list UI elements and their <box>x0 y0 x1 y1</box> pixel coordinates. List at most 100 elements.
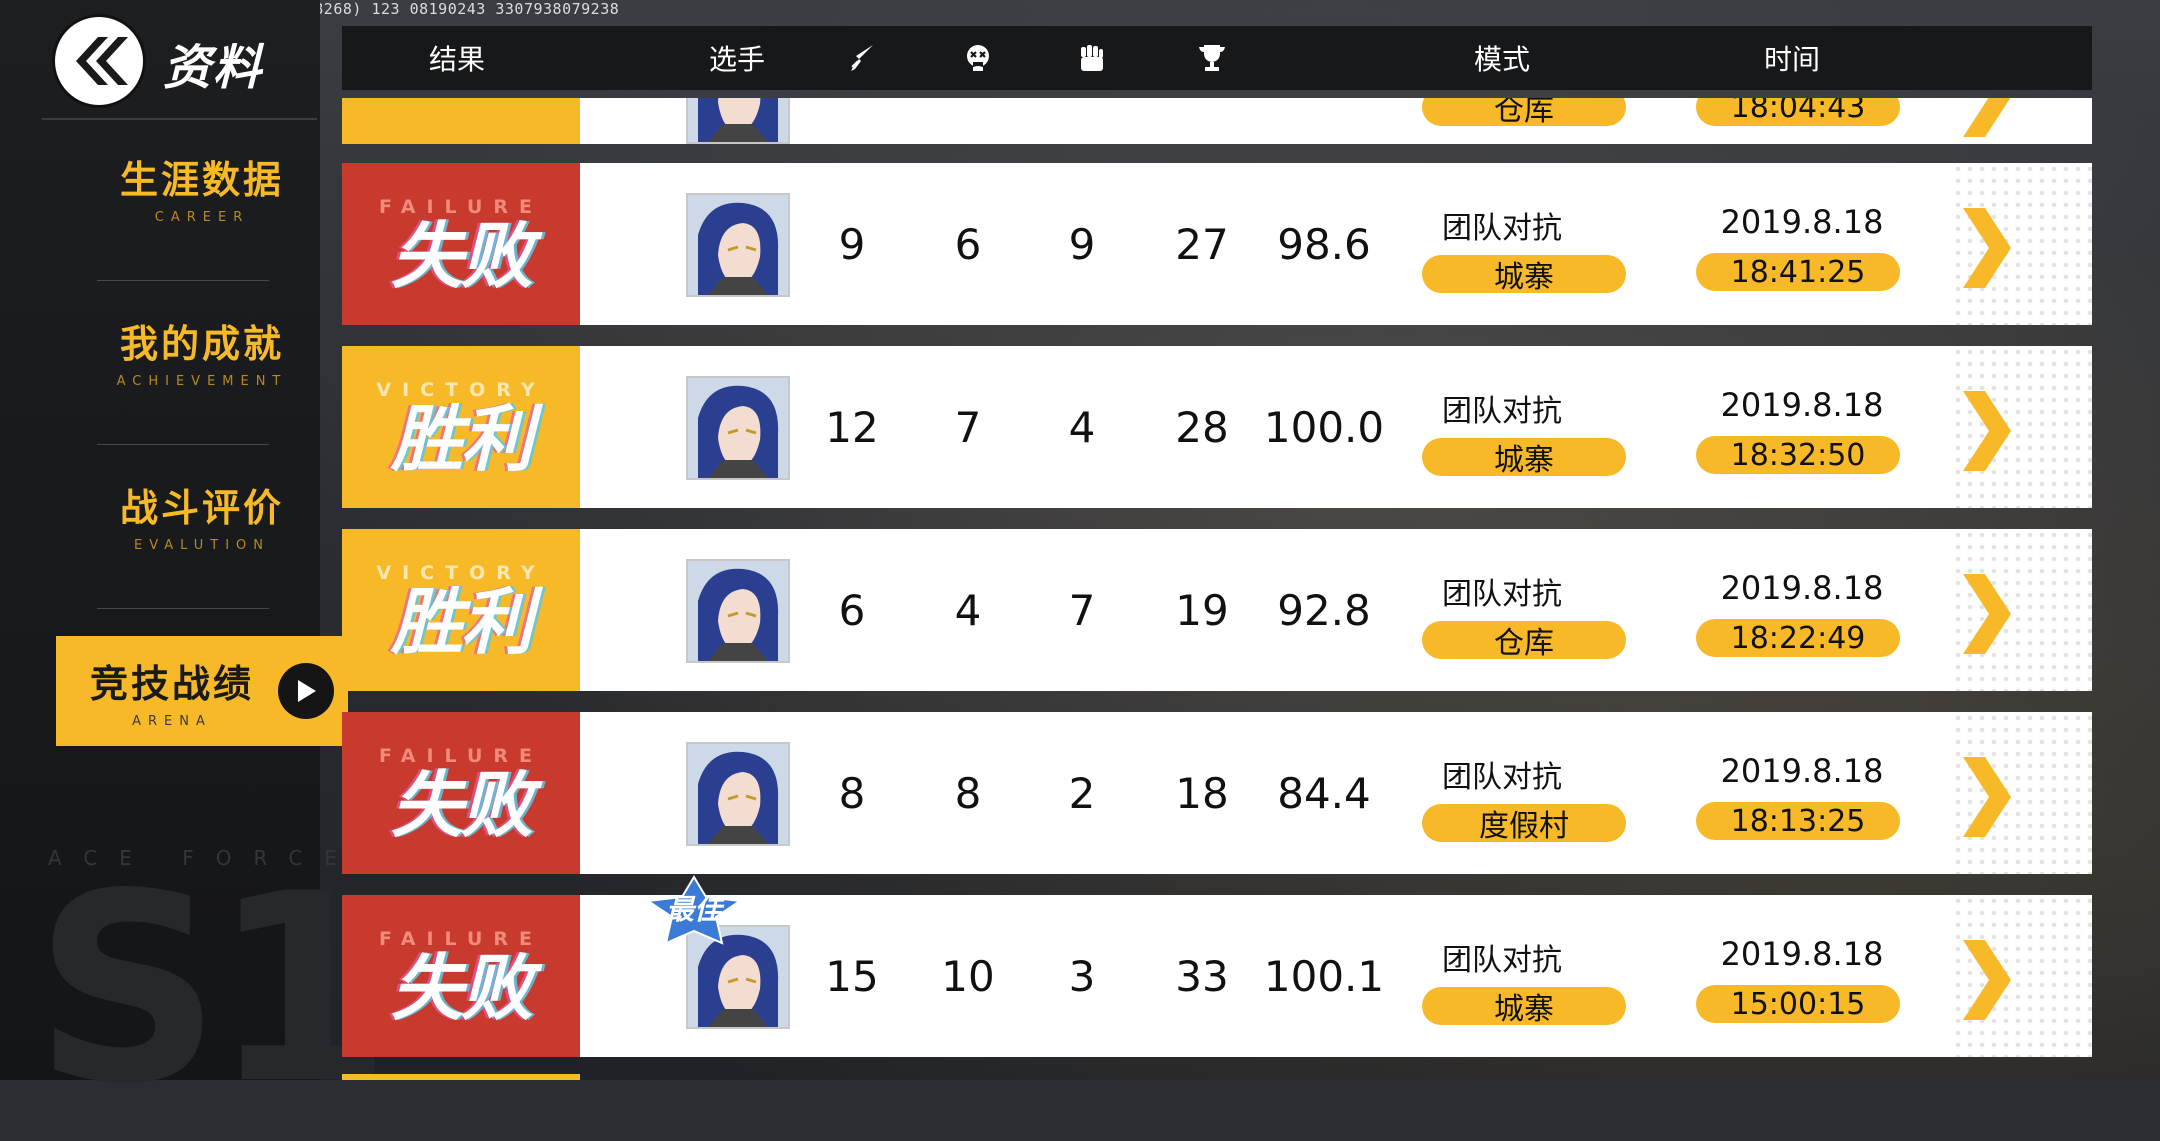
match-date: 2019.8.18 <box>1720 935 1884 973</box>
mode-name: 团队对抗 <box>1442 943 1562 978</box>
trophy-icon <box>1182 26 1242 90</box>
chevron-right-icon <box>1963 391 2011 471</box>
map-badge: 城寨 <box>1422 255 1626 295</box>
sidebar-item-evaluation[interactable]: 战斗评价 EVALUTION <box>56 460 348 570</box>
assists-value: 3 <box>1068 951 1096 1001</box>
table-row[interactable]: FAILURE 失败 9 6 9 27 98.6 团队对抗 城寨 2019.8.… <box>342 163 2092 325</box>
kills-value: 9 <box>838 219 866 269</box>
header-player: 选手 <box>708 43 765 76</box>
map-badge: 城寨 <box>1422 987 1626 1027</box>
sidebar-item-sublabel: EVALUTION <box>133 538 270 553</box>
table-row[interactable]: 仓库 18:04:43 <box>342 98 2092 144</box>
result-cell <box>342 98 580 144</box>
sidebar-item-achievement[interactable]: 我的成就 ACHIEVEMENT <box>56 296 348 406</box>
rating-value: 92.8 <box>1277 585 1371 635</box>
map-badge: 城寨 <box>1422 438 1626 478</box>
result-label: 失败 <box>390 946 533 1030</box>
sidebar-item-sublabel: ARENA <box>132 714 212 729</box>
assists-value: 7 <box>1068 585 1096 635</box>
result-cell: FAILURE 失败 <box>342 712 580 874</box>
kills-value: 12 <box>825 402 879 452</box>
time-badge: 18:04:43 <box>1696 98 1900 126</box>
divider <box>97 280 269 281</box>
chevron-right-icon <box>1963 574 2011 654</box>
map-badge: 度假村 <box>1422 804 1626 844</box>
time-badge: 18:13:25 <box>1696 802 1900 840</box>
sidebar-item-career[interactable]: 生涯数据 CAREER <box>56 132 348 242</box>
page-title: 资料 <box>163 40 264 96</box>
score-value: 27 <box>1175 219 1229 269</box>
chevron-right-icon <box>1963 757 2011 837</box>
score-value: 18 <box>1175 768 1229 818</box>
detail-button[interactable] <box>1952 98 2022 142</box>
divider <box>97 444 269 445</box>
rating-value: 84.4 <box>1277 768 1371 818</box>
mode-name: 团队对抗 <box>1442 211 1562 246</box>
mode-name: 团队对抗 <box>1442 394 1562 429</box>
kills-value: 8 <box>838 768 866 818</box>
match-date: 2019.8.18 <box>1720 386 1884 424</box>
knife-icon <box>832 26 892 90</box>
table-header: 结果 选手 模式 时间 <box>342 26 2092 90</box>
sidebar-item-sublabel: ACHIEVEMENT <box>116 374 288 389</box>
deaths-value: 10 <box>941 951 995 1001</box>
table-row[interactable]: FAILURE 失败 8 8 2 18 84.4 团队对抗 度假村 2019.8… <box>342 712 2092 874</box>
map-badge: 仓库 <box>1422 98 1626 128</box>
match-date: 2019.8.18 <box>1720 203 1884 241</box>
result-cell: VICTORY 胜利 <box>342 346 580 508</box>
result-label: 失败 <box>390 214 533 298</box>
detail-button[interactable] <box>1952 935 2022 1025</box>
kills-value: 15 <box>825 951 879 1001</box>
result-cell: FAILURE 失败 <box>342 895 580 1057</box>
rating-value: 100.0 <box>1263 402 1385 452</box>
fist-icon <box>1062 26 1122 90</box>
chevron-right-icon <box>1963 208 2011 288</box>
header-result: 结果 <box>428 43 485 76</box>
header-time: 时间 <box>1763 43 1820 76</box>
sidebar-item-sublabel: CAREER <box>154 210 250 225</box>
avatar <box>686 559 790 663</box>
match-date: 2019.8.18 <box>1720 752 1884 790</box>
skull-icon <box>948 26 1008 90</box>
detail-button[interactable] <box>1952 203 2022 293</box>
chevron-right-icon <box>1963 940 2011 1020</box>
deaths-value: 4 <box>954 585 982 635</box>
back-button[interactable] <box>55 17 143 105</box>
time-badge: 18:22:49 <box>1696 619 1900 657</box>
table-row[interactable]: VICTORY 胜利 12 7 4 28 100.0 团队对抗 城寨 2019.… <box>342 346 2092 508</box>
result-cell: FAILURE 失败 <box>342 163 580 325</box>
detail-button[interactable] <box>1952 752 2022 842</box>
detail-button[interactable] <box>1952 569 2022 659</box>
divider <box>97 608 269 609</box>
best-badge: 最佳 <box>646 875 742 945</box>
result-label: 胜利 <box>390 580 533 664</box>
score-value: 33 <box>1175 951 1229 1001</box>
table-row[interactable]: FAILURE 失败 15 10 3 33 100.1 团队对抗 城寨 2019… <box>342 895 2092 1057</box>
sidebar-item-label: 生涯数据 <box>119 158 284 202</box>
table-row[interactable]: VICTORY 胜利 6 4 7 19 92.8 团队对抗 仓库 2019.8.… <box>342 529 2092 691</box>
deaths-value: 7 <box>954 402 982 452</box>
score-value: 19 <box>1175 585 1229 635</box>
rating-value: 98.6 <box>1277 219 1371 269</box>
deaths-value: 6 <box>954 219 982 269</box>
avatar <box>686 98 790 144</box>
result-label: 胜利 <box>390 397 533 481</box>
detail-button[interactable] <box>1952 386 2022 476</box>
map-badge: 仓库 <box>1422 621 1626 661</box>
avatar <box>686 742 790 846</box>
time-badge: 18:41:25 <box>1696 253 1900 291</box>
deaths-value: 8 <box>954 768 982 818</box>
double-chevron-left-icon <box>76 37 128 85</box>
mode-name: 团队对抗 <box>1442 577 1562 612</box>
assists-value: 4 <box>1068 402 1096 452</box>
divider <box>42 118 317 120</box>
season-decoration: S1 <box>34 839 392 1141</box>
header-mode: 模式 <box>1473 43 1530 76</box>
avatar <box>686 193 790 297</box>
play-icon <box>278 663 334 719</box>
best-label: 最佳 <box>665 893 722 926</box>
result-label: 失败 <box>390 763 533 847</box>
sidebar-item-arena[interactable]: 竞技战绩 ARENA <box>56 636 348 746</box>
time-badge: 15:00:15 <box>1696 985 1900 1023</box>
match-date: 2019.8.18 <box>1720 569 1884 607</box>
